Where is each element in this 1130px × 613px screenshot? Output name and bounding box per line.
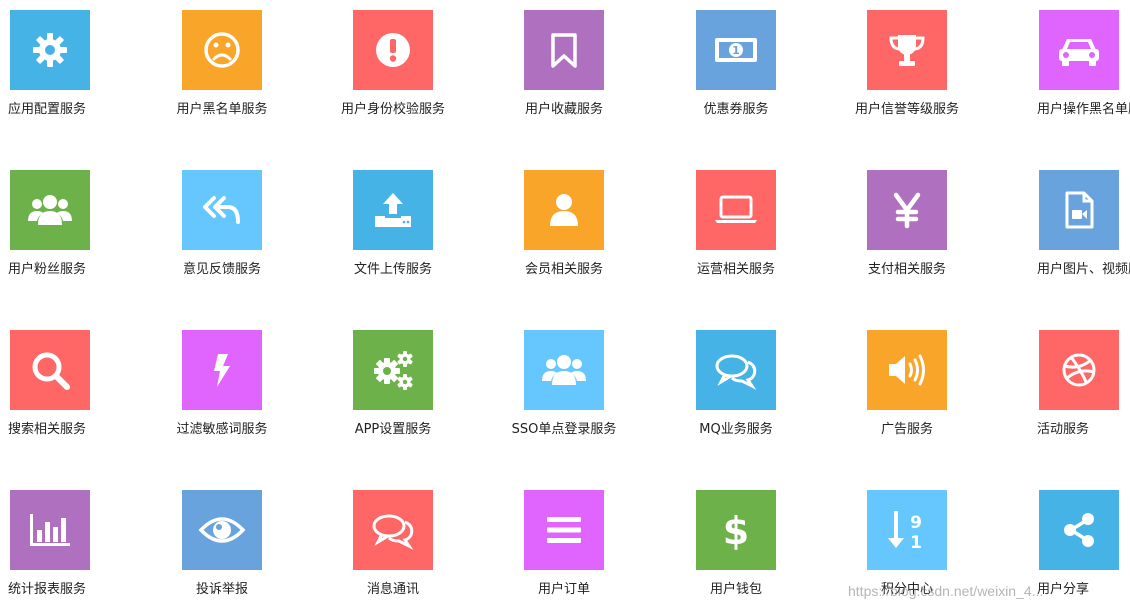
service-tile[interactable] [10,330,90,410]
laptop-icon [712,190,760,230]
service-label[interactable]: 文件上传服务 [308,262,478,278]
service-label[interactable]: MQ业务服务 [651,422,821,438]
service-label[interactable]: 用户身份校验服务 [308,102,478,118]
dollar-icon: $ [716,508,756,552]
exclamation-icon [373,30,413,70]
service-tile[interactable]: $ [696,490,776,570]
service-tile[interactable] [182,490,262,570]
service-label[interactable]: 活动服务 [1037,422,1130,438]
service-tile[interactable]: 1 [696,10,776,90]
service-tile[interactable] [10,170,90,250]
service-tile[interactable] [524,10,604,90]
comments-icon [369,510,417,550]
service-label[interactable]: 用户订单 [479,582,649,598]
service-tile[interactable] [1039,330,1119,410]
service-tile[interactable] [867,330,947,410]
svg-text:1: 1 [732,44,740,57]
service-label[interactable]: APP设置服务 [308,422,478,438]
service-label[interactable]: 投诉举报 [137,582,307,598]
sad-face-icon [202,30,242,70]
service-label[interactable]: 用户收藏服务 [479,102,649,118]
gears-icon [369,348,417,392]
svg-text:9: 9 [910,513,922,533]
comments-icon [712,350,760,390]
bar-chart-icon [26,510,74,550]
eye-icon [198,510,246,550]
bolt-icon [202,350,242,390]
service-tile[interactable] [524,170,604,250]
service-tile[interactable] [867,10,947,90]
service-tile[interactable] [182,170,262,250]
service-tile[interactable] [696,170,776,250]
volume-icon [885,350,929,390]
service-tile[interactable] [182,330,262,410]
video-file-icon [1059,190,1099,230]
service-tile[interactable] [353,10,433,90]
upload-icon [371,190,415,230]
service-tile[interactable] [524,330,604,410]
service-tile[interactable] [10,10,90,90]
service-tile[interactable] [524,490,604,570]
service-tile[interactable] [353,490,433,570]
service-tile[interactable]: 9 1 [867,490,947,570]
group-icon [26,190,74,230]
service-tile[interactable] [182,10,262,90]
service-label[interactable]: 意见反馈服务 [137,262,307,278]
service-tile[interactable] [353,170,433,250]
dribbble-icon [1059,350,1099,390]
svg-text:1: 1 [910,533,922,552]
reply-all-icon [200,190,244,230]
service-label[interactable]: 用户信誉等级服务 [822,102,992,118]
bookmark-icon [544,30,584,70]
service-label[interactable]: 用户钱包 [651,582,821,598]
service-tile[interactable] [696,330,776,410]
money-icon: 1 [712,30,760,70]
service-label[interactable]: 过滤敏感词服务 [137,422,307,438]
service-tile[interactable] [867,170,947,250]
car-icon [1055,30,1103,70]
service-label[interactable]: 用户黑名单服务 [137,102,307,118]
service-label[interactable]: 运营相关服务 [651,262,821,278]
service-label[interactable]: 广告服务 [822,422,992,438]
yen-icon [887,190,927,230]
group-icon [540,350,588,390]
list-icon [544,510,584,550]
service-tile[interactable] [10,490,90,570]
service-tile[interactable] [1039,10,1119,90]
sort-numeric-icon: 9 1 [885,508,929,552]
svg-text:$: $ [723,509,749,552]
service-tile[interactable] [353,330,433,410]
watermark: https://blog.csdn.net/weixin_4... [848,583,1044,599]
service-tile[interactable] [1039,490,1119,570]
service-label[interactable]: 优惠券服务 [651,102,821,118]
user-icon [544,190,584,230]
service-label[interactable]: 支付相关服务 [822,262,992,278]
service-label[interactable]: SSO单点登录服务 [479,422,649,438]
service-label[interactable]: 用户图片、视频服务 [1037,262,1130,278]
service-label[interactable]: 用户操作黑名单服务 [1037,102,1130,118]
service-label[interactable]: 会员相关服务 [479,262,649,278]
service-label[interactable]: 消息通讯 [308,582,478,598]
service-label[interactable]: 用户分享 [1037,582,1130,598]
search-icon [28,348,72,392]
trophy-icon [887,30,927,70]
share-icon [1059,510,1099,550]
service-tile[interactable] [1039,170,1119,250]
gear-icon [30,30,70,70]
